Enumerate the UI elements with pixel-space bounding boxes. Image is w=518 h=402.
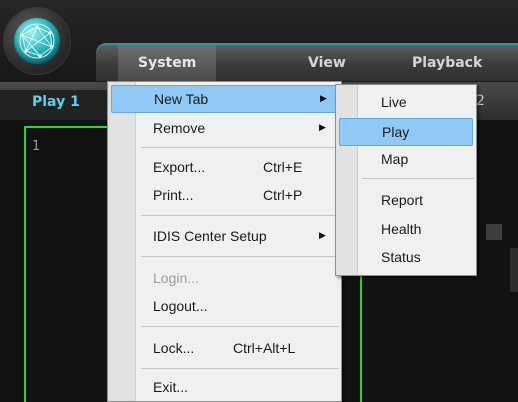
new-tab-submenu: Live Play Map Report Health Status bbox=[335, 84, 477, 276]
submenu-arrow-icon: ▶ bbox=[320, 93, 327, 103]
background-block bbox=[486, 224, 502, 240]
menu-separator bbox=[141, 326, 339, 327]
globe-icon bbox=[14, 18, 60, 64]
app-logo[interactable] bbox=[4, 8, 70, 74]
menu-item-label: Logout... bbox=[153, 298, 208, 314]
menu-item-shortcut: Ctrl+E bbox=[263, 159, 303, 175]
submenu-item-map[interactable]: Map bbox=[339, 146, 473, 174]
menu-item-label: Export... bbox=[153, 159, 206, 175]
menu-item-label: Report bbox=[381, 192, 424, 208]
menu-item-new-tab[interactable]: New Tab ▶ bbox=[111, 85, 338, 113]
menu-item-remove[interactable]: Remove ▶ bbox=[111, 115, 338, 143]
submenu-item-play[interactable]: Play bbox=[339, 118, 473, 146]
menu-item-shortcut: Ctrl+P bbox=[263, 187, 303, 203]
menu-item-print[interactable]: Print... Ctrl+P bbox=[111, 182, 338, 210]
submenu-item-report[interactable]: Report bbox=[339, 187, 473, 215]
menu-item-label: New Tab bbox=[154, 91, 209, 107]
menu-item-lock[interactable]: Lock... Ctrl+Alt+L bbox=[111, 335, 338, 363]
system-menu: New Tab ▶ Remove ▶ Export... Ctrl+E Prin… bbox=[107, 81, 342, 402]
submenu-item-status[interactable]: Status bbox=[339, 244, 473, 272]
submenu-item-health[interactable]: Health bbox=[339, 216, 473, 244]
tab-play-1[interactable]: Play 1 bbox=[0, 90, 110, 120]
menu-separator bbox=[141, 215, 339, 216]
menu-separator bbox=[141, 256, 339, 257]
menu-item-label: Status bbox=[381, 249, 421, 265]
menu-system[interactable]: System bbox=[118, 45, 217, 81]
menu-playback[interactable]: Playback bbox=[412, 55, 482, 71]
menu-item-label: Print... bbox=[153, 187, 194, 203]
menu-bar: System View Playback bbox=[96, 43, 518, 81]
submenu-arrow-icon: ▶ bbox=[319, 230, 326, 240]
menu-item-label: Play bbox=[382, 124, 410, 140]
menu-item-label: Live bbox=[381, 94, 407, 110]
pane-number: 1 bbox=[32, 139, 41, 154]
menu-separator bbox=[141, 368, 339, 369]
menu-item-label: Login... bbox=[153, 270, 199, 286]
menu-separator bbox=[362, 178, 474, 179]
menu-item-logout[interactable]: Logout... bbox=[111, 293, 338, 321]
menu-view[interactable]: View bbox=[308, 55, 346, 71]
menu-separator bbox=[141, 147, 339, 148]
menu-item-idis-center-setup[interactable]: IDIS Center Setup ▶ bbox=[111, 223, 338, 251]
menu-item-shortcut: Ctrl+Alt+L bbox=[233, 340, 296, 356]
background-block bbox=[510, 248, 518, 292]
menu-item-label: Lock... bbox=[153, 340, 195, 356]
menu-item-label: Map bbox=[381, 151, 409, 167]
menu-item-label: Remove bbox=[153, 120, 206, 136]
menu-item-label: Health bbox=[381, 221, 422, 237]
submenu-item-live[interactable]: Live bbox=[339, 89, 473, 117]
menu-item-label: IDIS Center Setup bbox=[153, 228, 267, 244]
submenu-arrow-icon: ▶ bbox=[319, 122, 326, 132]
menu-item-exit[interactable]: Exit... bbox=[111, 374, 338, 402]
tab-2-label[interactable]: 2 bbox=[476, 93, 485, 109]
menu-item-label: Exit... bbox=[153, 379, 189, 395]
menu-item-login: Login... bbox=[111, 265, 338, 293]
menu-item-export[interactable]: Export... Ctrl+E bbox=[111, 154, 338, 182]
